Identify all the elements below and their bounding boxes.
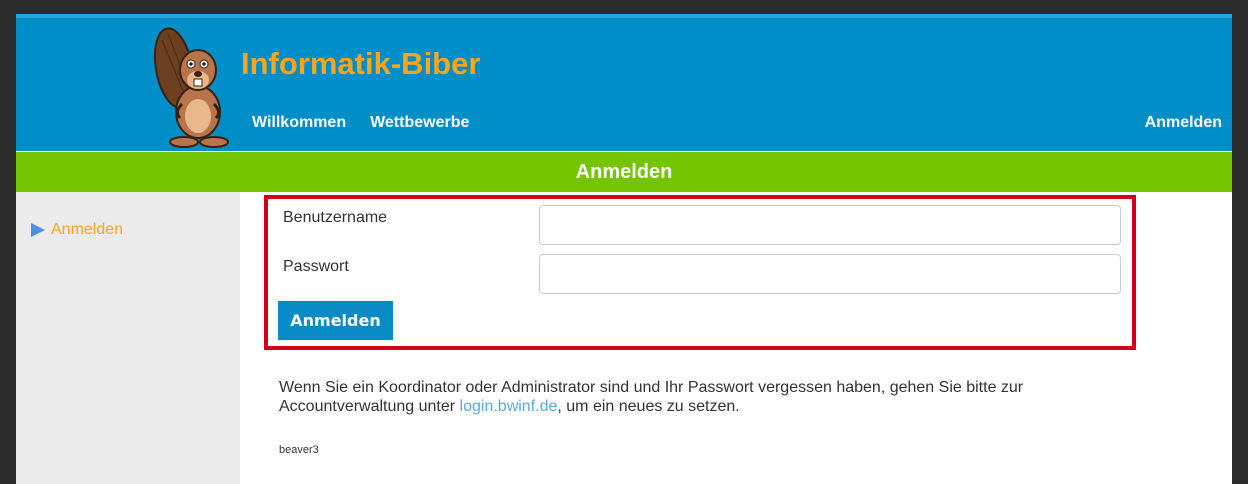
sidebar: Anmelden xyxy=(16,192,240,484)
sidebar-item-label: Anmelden xyxy=(51,221,124,238)
nav-wettbewerbe[interactable]: Wettbewerbe xyxy=(370,114,469,132)
page-title-bar: Anmelden xyxy=(16,152,1232,192)
site-title[interactable]: Informatik-Biber xyxy=(241,46,480,82)
page: Informatik-Biber Willkommen Wettbewerbe … xyxy=(16,14,1232,484)
site-header: Informatik-Biber Willkommen Wettbewerbe … xyxy=(16,18,1232,151)
forgot-password-info: Wenn Sie ein Koordinator oder Administra… xyxy=(279,378,1139,416)
sidebar-item-anmelden[interactable]: Anmelden xyxy=(30,221,123,239)
main-nav: Willkommen Wettbewerbe xyxy=(252,114,469,132)
bwinf-login-link[interactable]: login.bwinf.de xyxy=(460,398,558,415)
password-input[interactable] xyxy=(539,254,1121,294)
beaver-logo xyxy=(153,27,229,148)
nav-willkommen[interactable]: Willkommen xyxy=(252,114,346,132)
header-login-link[interactable]: Anmelden xyxy=(1145,114,1222,132)
username-input[interactable] xyxy=(539,205,1121,245)
server-code: beaver3 xyxy=(279,444,319,456)
username-label: Benutzername xyxy=(283,209,388,226)
triangle-right-icon xyxy=(31,223,45,237)
password-label: Passwort xyxy=(283,258,349,275)
info-text-after: , um ein neues zu setzen. xyxy=(557,398,740,415)
login-submit-button[interactable]: Anmelden xyxy=(278,301,393,340)
